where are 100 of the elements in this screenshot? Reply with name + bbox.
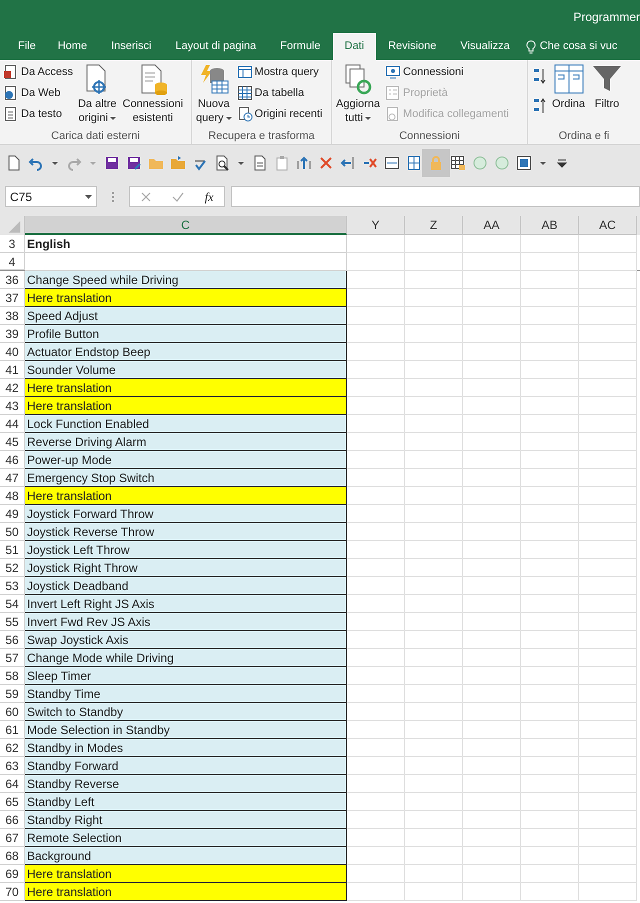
table-cell[interactable] <box>521 739 579 757</box>
table-cell[interactable] <box>521 451 579 469</box>
table-cell[interactable] <box>405 703 463 721</box>
folder-icon[interactable] <box>170 154 186 170</box>
table-cell[interactable] <box>347 775 405 793</box>
enter-check-icon[interactable] <box>172 192 184 202</box>
table-cell[interactable] <box>405 487 463 505</box>
table-cell[interactable] <box>521 613 579 631</box>
table-cell[interactable] <box>463 667 521 685</box>
table-cell[interactable] <box>405 289 463 307</box>
table-cell[interactable]: Profile Button <box>25 325 347 343</box>
table-cell[interactable] <box>463 253 521 271</box>
table-cell[interactable] <box>405 397 463 415</box>
ribbon-button[interactable]: Da altre origini <box>76 63 118 125</box>
table-cell[interactable] <box>405 829 463 847</box>
table-cell[interactable] <box>521 847 579 865</box>
table-cell[interactable] <box>579 667 637 685</box>
table-cell[interactable] <box>463 505 521 523</box>
ribbon-button[interactable]: Da tabella <box>236 84 322 102</box>
table-cell[interactable] <box>521 487 579 505</box>
table-cell[interactable] <box>463 559 521 577</box>
table-cell[interactable] <box>347 433 405 451</box>
table-cell[interactable] <box>521 253 579 271</box>
table-cell[interactable] <box>347 397 405 415</box>
name-box[interactable]: C75 <box>5 186 97 207</box>
table-cell[interactable] <box>463 865 521 883</box>
sort-ascending-icon[interactable] <box>531 67 547 85</box>
table-cell[interactable] <box>579 739 637 757</box>
table-cell[interactable] <box>579 289 637 307</box>
table-cell[interactable] <box>579 811 637 829</box>
ribbon-button[interactable]: Origini recenti <box>236 105 322 123</box>
table-cell[interactable]: Here translation <box>25 379 347 397</box>
table-cell[interactable] <box>405 649 463 667</box>
table-cell[interactable] <box>521 271 579 289</box>
column-header[interactable]: AA <box>463 216 521 235</box>
table-cell[interactable] <box>521 361 579 379</box>
ribbon-tab[interactable]: Dati <box>332 33 376 60</box>
ribbon-tab[interactable]: Home <box>46 33 100 60</box>
table-cell[interactable] <box>579 577 637 595</box>
ribbon-tab[interactable]: Formule <box>268 33 332 60</box>
table-cell[interactable] <box>579 379 637 397</box>
indent-icon[interactable] <box>340 154 356 170</box>
table-cell[interactable] <box>463 523 521 541</box>
table-cell[interactable] <box>579 847 637 865</box>
table-cell[interactable] <box>347 649 405 667</box>
table-cell[interactable] <box>521 793 579 811</box>
table-cell[interactable] <box>579 361 637 379</box>
table-cell[interactable] <box>347 577 405 595</box>
insert-function-button[interactable]: fx <box>204 188 214 206</box>
table-cell[interactable] <box>521 523 579 541</box>
table-cell[interactable] <box>521 811 579 829</box>
table-cell[interactable] <box>463 271 521 289</box>
table-cell[interactable] <box>347 613 405 631</box>
table-cell[interactable] <box>347 811 405 829</box>
table-cell[interactable] <box>463 721 521 739</box>
table-cell[interactable] <box>579 631 637 649</box>
table-cell[interactable]: Sounder Volume <box>25 361 347 379</box>
table-cell[interactable] <box>347 379 405 397</box>
table-cell[interactable] <box>347 685 405 703</box>
table-cell[interactable]: Here translation <box>25 397 347 415</box>
table-cell[interactable] <box>347 289 405 307</box>
table-cell[interactable] <box>405 847 463 865</box>
table-cell[interactable]: Here translation <box>25 883 347 901</box>
table-cell[interactable] <box>347 415 405 433</box>
cancel-icon[interactable] <box>140 192 151 202</box>
table-cell[interactable]: Joystick Reverse Throw <box>25 523 347 541</box>
table-cell[interactable] <box>405 811 463 829</box>
table-cell[interactable] <box>521 721 579 739</box>
table-cell[interactable] <box>521 325 579 343</box>
table-cell[interactable]: Joystick Forward Throw <box>25 505 347 523</box>
table-cell[interactable] <box>579 883 637 901</box>
table-cell[interactable]: Here translation <box>25 865 347 883</box>
table-cell[interactable] <box>347 847 405 865</box>
table-cell[interactable] <box>463 325 521 343</box>
table-cell[interactable] <box>347 703 405 721</box>
table-cell[interactable] <box>347 253 405 271</box>
table-cell[interactable] <box>521 505 579 523</box>
table-cell[interactable] <box>521 667 579 685</box>
table-cell[interactable] <box>347 793 405 811</box>
table-cell[interactable] <box>579 829 637 847</box>
table-cell[interactable] <box>405 595 463 613</box>
table-cell[interactable] <box>463 757 521 775</box>
table-cell[interactable] <box>463 451 521 469</box>
table-cell[interactable] <box>405 343 463 361</box>
table-cell[interactable] <box>347 451 405 469</box>
table-cell[interactable] <box>521 541 579 559</box>
table-cell[interactable] <box>347 883 405 901</box>
table-cell[interactable] <box>521 775 579 793</box>
ribbon-button[interactable]: Ordina <box>551 63 586 111</box>
table-cell[interactable] <box>405 307 463 325</box>
table-cell[interactable] <box>579 343 637 361</box>
table-cell[interactable]: Reverse Driving Alarm <box>25 433 347 451</box>
table-cell[interactable] <box>25 253 347 271</box>
table-cell[interactable] <box>347 487 405 505</box>
table-cell[interactable] <box>347 505 405 523</box>
table-cell[interactable] <box>579 487 637 505</box>
table-cell[interactable]: Change Mode while Driving <box>25 649 347 667</box>
table-cell[interactable] <box>579 235 637 253</box>
table-cell[interactable] <box>579 649 637 667</box>
table-cell[interactable] <box>405 235 463 253</box>
